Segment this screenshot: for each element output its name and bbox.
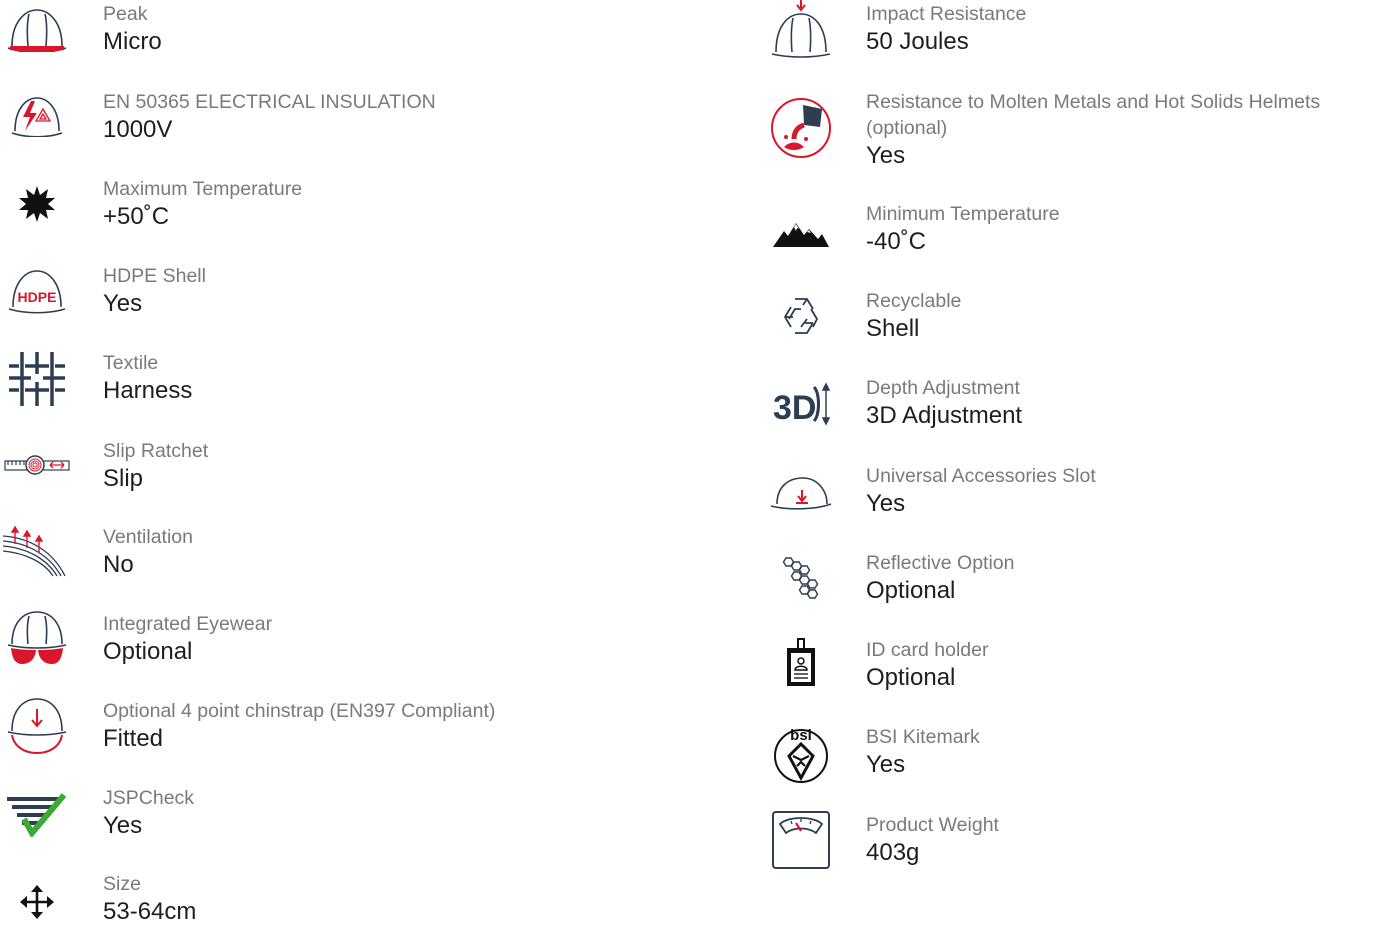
electrical-insulation-helmet-icon [2, 90, 72, 140]
feature-value: Shell [866, 315, 920, 342]
feature-label: Depth Adjustment [866, 377, 1020, 399]
feature-value: -40˚C [866, 228, 927, 255]
feature-label: Minimum Temperature [866, 203, 1060, 225]
feature-value: Optional [103, 638, 193, 665]
feature-value: Optional [866, 577, 956, 604]
helmet-chinstrap-icon [2, 697, 72, 755]
feature-label: Optional 4 point chinstrap (EN397 Compli… [103, 700, 496, 722]
feature-label: BSI Kitemark [866, 726, 980, 748]
feature-value: Micro [103, 28, 162, 55]
ventilation-icon [0, 523, 70, 579]
jspcheck-icon [2, 788, 72, 838]
feature-value: Yes [103, 290, 143, 317]
feature-label: Universal Accessories Slot [866, 465, 1096, 487]
feature-value: Slip [103, 465, 144, 492]
feature-label: ID card holder [866, 639, 989, 661]
size-arrows-icon [2, 882, 72, 922]
svg-text:bsi: bsi [790, 727, 812, 744]
feature-value: Yes [103, 812, 143, 839]
feature-value: Yes [866, 490, 906, 517]
feature-value: Optional [866, 664, 956, 691]
accessory-slot-icon [766, 466, 836, 516]
recycle-icon [766, 291, 836, 343]
feature-value: +50˚C [103, 203, 170, 230]
id-card-holder-icon [766, 636, 836, 692]
feature-label: Maximum Temperature [103, 178, 303, 200]
mountains-icon [766, 214, 836, 254]
bsi-kitemark-icon: bsi [766, 723, 836, 785]
feature-label: Impact Resistance [866, 3, 1027, 25]
weighing-scale-icon [766, 811, 836, 871]
feature-label: JSPCheck [103, 787, 195, 809]
feature-value: 403g [866, 839, 920, 866]
feature-value: 53-64cm [103, 898, 197, 925]
textile-harness-icon [2, 349, 72, 409]
feature-value: Harness [103, 377, 193, 404]
impact-helmet-icon [766, 0, 836, 60]
svg-text:3D: 3D [773, 389, 816, 427]
feature-label: Integrated Eyewear [103, 613, 273, 635]
helmet-eyewear-icon [2, 610, 72, 668]
feature-label: Reflective Option [866, 552, 1015, 574]
3d-adjustment-icon: 3D [766, 378, 836, 430]
feature-label: Recyclable [866, 290, 962, 312]
feature-value: 3D Adjustment [866, 402, 1023, 429]
feature-value: 1000V [103, 116, 173, 143]
hdpe-helmet-icon: HDPE [2, 266, 72, 316]
hexagon-reflective-icon [766, 553, 836, 605]
molten-metal-icon [766, 95, 836, 161]
feature-label: EN 50365 ELECTRICAL INSULATION [103, 91, 436, 113]
feature-label: Product Weight [866, 814, 999, 836]
feature-label: Textile [103, 352, 159, 374]
feature-value: Yes [866, 142, 906, 169]
helmet-peak-icon [2, 4, 72, 54]
sun-icon [2, 179, 72, 229]
feature-label: Resistance to Molten Metals and Hot Soli… [866, 91, 1321, 139]
slip-ratchet-icon [2, 443, 72, 487]
feature-label: HDPE Shell [103, 265, 206, 287]
feature-value: Fitted [103, 725, 164, 752]
feature-label: Size [103, 873, 141, 895]
feature-label: Slip Ratchet [103, 440, 209, 462]
svg-text:HDPE: HDPE [18, 289, 57, 305]
feature-value: No [103, 551, 134, 578]
feature-value: Yes [866, 751, 906, 778]
feature-label: Peak [103, 3, 148, 25]
feature-label: Ventilation [103, 526, 193, 548]
feature-value: 50 Joules [866, 28, 969, 55]
